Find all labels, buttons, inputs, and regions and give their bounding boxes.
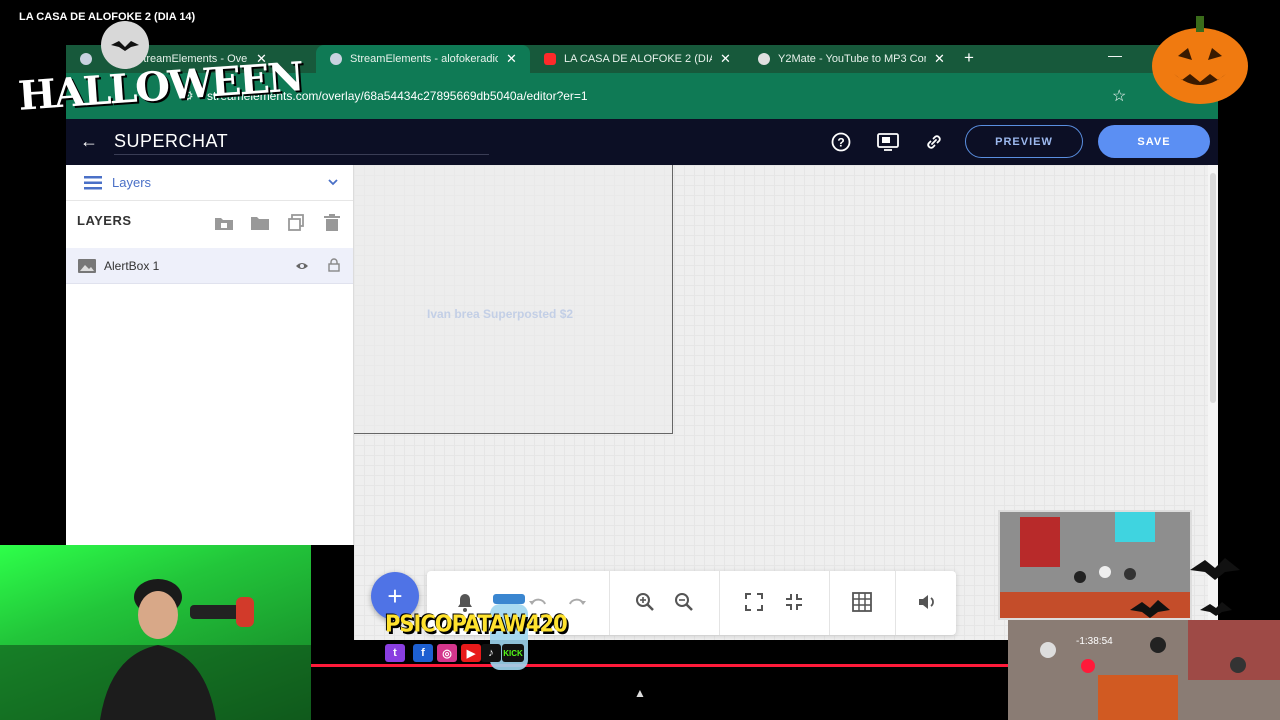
duplicate-icon[interactable] <box>286 213 306 233</box>
editor-header: ← SUPERCHAT ? PREVIEW SAVE <box>66 119 1218 165</box>
streamer-image <box>0 579 311 720</box>
image-layer-icon <box>78 258 96 273</box>
chevron-down-icon[interactable] <box>326 175 340 189</box>
video-scene <box>1008 620 1280 720</box>
minimize-button[interactable]: — <box>1108 47 1122 63</box>
chevron-up-icon[interactable]: ▲ <box>634 686 646 700</box>
link-icon[interactable] <box>924 132 944 152</box>
pumpkin-icon <box>1152 16 1248 104</box>
facebook-icon: f <box>413 644 433 662</box>
bell-icon[interactable] <box>454 591 476 613</box>
bats-decoration-icon <box>1130 558 1240 618</box>
scrollbar-thumb[interactable] <box>1210 173 1216 403</box>
tab-streamelements-alofokeradio[interactable]: StreamElements - alofokeradio ✕ <box>316 45 530 73</box>
toolbar-divider <box>895 571 896 635</box>
layers-panel-header[interactable]: Layers <box>66 165 353 201</box>
close-icon[interactable]: ✕ <box>720 51 731 67</box>
webcam-feed <box>0 545 311 720</box>
streamelements-icon <box>330 53 342 65</box>
help-icon[interactable]: ? <box>831 132 851 152</box>
redo-icon[interactable] <box>566 591 588 613</box>
save-button[interactable]: SAVE <box>1098 125 1210 158</box>
close-icon[interactable]: ✕ <box>506 51 517 67</box>
toolbar-divider <box>719 571 720 635</box>
back-arrow-icon[interactable]: ← <box>80 131 98 152</box>
title-underline <box>114 154 489 155</box>
add-folder-icon[interactable] <box>214 213 234 233</box>
monitor-icon[interactable] <box>877 132 899 152</box>
zoom-in-icon[interactable] <box>634 591 656 613</box>
youtube-icon <box>544 53 556 65</box>
tab-label: LA CASA DE ALOFOKE 2 (DIA 14) <box>564 53 712 65</box>
volume-icon[interactable] <box>916 591 938 613</box>
layers-panel: Layers LAYERS AlertBox 1 <box>66 165 354 545</box>
tiktok-icon: ♪ <box>481 644 501 662</box>
tab-label: Y2Mate - YouTube to MP3 Converter <box>778 53 926 65</box>
youtube-icon: ▶ <box>461 644 481 662</box>
streamer-name: PSICOPATAW420 <box>385 610 568 638</box>
tab-y2mate[interactable]: Y2Mate - YouTube to MP3 Converter ✕ <box>744 45 958 73</box>
alertbox-widget[interactable]: Ivan brea Superposted $2 <box>354 165 673 434</box>
alert-preview-text: Ivan brea Superposted $2 <box>427 307 574 321</box>
bookmark-star-icon[interactable]: ☆ <box>1112 86 1126 106</box>
exit-fullscreen-icon[interactable] <box>783 591 805 613</box>
overlay-title[interactable]: SUPERCHAT <box>114 131 228 152</box>
tab-label: StreamElements - alofokeradio <box>350 53 498 65</box>
twitch-icon: t <box>385 644 405 662</box>
kick-icon: KICK <box>502 644 524 662</box>
video-thumbnail <box>1008 620 1280 720</box>
preview-button[interactable]: PREVIEW <box>965 125 1083 158</box>
new-tab-button[interactable]: + <box>964 48 974 68</box>
grid-icon[interactable] <box>851 591 873 613</box>
layers-section-title: Layers <box>112 175 152 190</box>
toolbar-divider <box>609 571 610 635</box>
fullscreen-icon[interactable] <box>743 591 765 613</box>
instagram-icon: ◎ <box>437 644 457 662</box>
svg-text:?: ? <box>837 136 844 150</box>
y2mate-icon <box>758 53 770 65</box>
close-icon[interactable]: ✕ <box>934 51 945 67</box>
streamelements-icon <box>80 53 92 65</box>
eye-icon[interactable] <box>295 259 309 273</box>
video-progress-bar[interactable] <box>311 664 1091 667</box>
video-timecode: -1:38:54 <box>1076 636 1113 647</box>
tab-la-casa-de-alofoke[interactable]: LA CASA DE ALOFOKE 2 (DIA 14) ✕ <box>530 45 744 73</box>
lock-icon[interactable] <box>328 258 340 272</box>
layers-heading: LAYERS <box>77 213 132 228</box>
folder-icon[interactable] <box>250 213 270 233</box>
layer-name: AlertBox 1 <box>104 258 160 273</box>
layers-menu-icon <box>84 175 102 189</box>
trash-icon[interactable] <box>322 213 342 233</box>
toolbar-divider <box>829 571 830 635</box>
zoom-out-icon[interactable] <box>673 591 695 613</box>
scrubber-handle[interactable] <box>1080 658 1096 674</box>
layer-row[interactable]: AlertBox 1 <box>66 248 353 284</box>
